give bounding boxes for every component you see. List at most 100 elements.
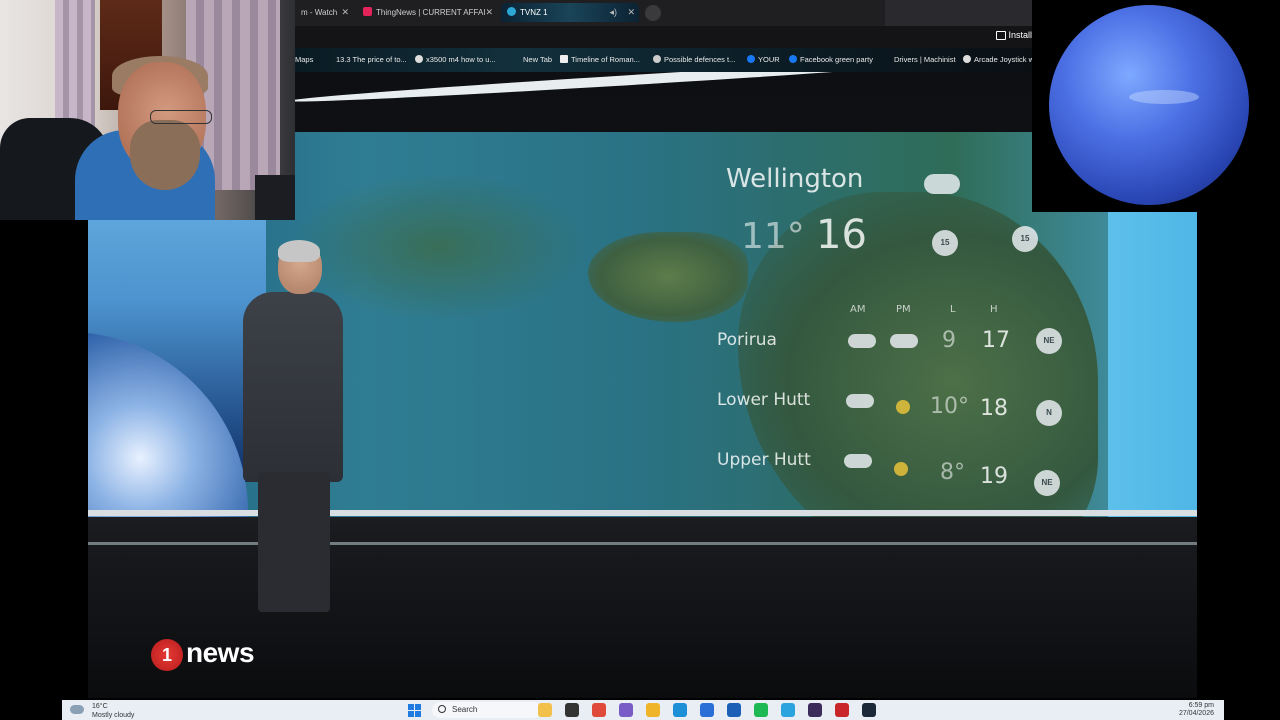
calendar-icon[interactable]	[727, 703, 741, 717]
mute-icon[interactable]: ◂)	[609, 3, 617, 22]
planet-overlay	[1032, 0, 1280, 212]
streamer-beard	[130, 120, 200, 190]
bookmark-icon	[963, 55, 971, 63]
storm-band	[1129, 90, 1199, 104]
bookmark-label: x3500 m4 how to u...	[426, 55, 496, 64]
forecast-row-name: Upper Hutt	[717, 450, 811, 470]
webcam-overlay	[0, 0, 295, 220]
bookmark-item[interactable]: YOUR	[747, 55, 780, 64]
chrome-icon[interactable]	[592, 703, 606, 717]
system-clock[interactable]: 6:59 pm 27/04/2026	[1179, 702, 1214, 718]
windows-start-icon[interactable]	[408, 704, 421, 717]
wind-badge: N	[1036, 400, 1062, 426]
search-label: Search	[452, 705, 478, 714]
bookmark-label: Arcade Joystick w	[974, 55, 1035, 64]
forecast-row-name: Lower Hutt	[717, 390, 811, 410]
taskbar: 16°C Mostly cloudy Search 6:59 pm 27/04/…	[62, 700, 1224, 720]
bookmark-item[interactable]: Maps	[295, 55, 313, 64]
address-bar-row: Install	[295, 26, 1032, 48]
cloud-icon	[890, 334, 918, 348]
cloud-icon	[846, 394, 874, 408]
tab-label: TVNZ 1	[520, 8, 548, 17]
cloud-icon	[848, 334, 876, 348]
wind-badge: 15	[932, 230, 958, 256]
winamp-icon[interactable]	[835, 703, 849, 717]
bookmark-item[interactable]: x3500 m4 how to u...	[415, 55, 496, 64]
glasses	[150, 110, 212, 124]
mail-icon[interactable]	[700, 703, 714, 717]
bookmarks-bar: Maps 13.3 The price of to... x3500 m4 ho…	[295, 48, 1034, 72]
close-icon[interactable]: ✕	[485, 3, 493, 22]
steam-icon[interactable]	[862, 703, 876, 717]
wind-badge: 15	[1012, 226, 1038, 252]
cloud-icon	[924, 174, 960, 194]
wind-badge: NE	[1034, 470, 1060, 496]
close-icon[interactable]: ✕	[627, 3, 635, 22]
cloud-icon	[70, 705, 84, 714]
install-button[interactable]: Install	[996, 30, 1032, 40]
tab-label: m - Watch	[301, 8, 338, 17]
bookmark-item[interactable]: Drivers | Machinist	[894, 55, 956, 64]
bookmark-label: YOUR	[758, 55, 780, 64]
forecast-row-min: 10°	[930, 394, 969, 419]
edge-icon[interactable]	[673, 703, 687, 717]
bookmark-item[interactable]: 13.3 The price of to...	[336, 55, 407, 64]
browser-tab[interactable]: ThingNews | CURRENT AFFAI ✕	[357, 3, 497, 22]
telegram-icon[interactable]	[781, 703, 795, 717]
forecast-row-name: Porirua	[717, 330, 777, 350]
bookmark-item[interactable]: Arcade Joystick w	[963, 55, 1034, 64]
presenter	[243, 292, 343, 482]
clock-time: 6:59 pm	[1188, 702, 1214, 709]
close-icon[interactable]: ✕	[341, 3, 349, 22]
bookmark-item[interactable]: Possible defences t...	[653, 55, 735, 64]
presenter-hair	[278, 240, 320, 262]
logo-word: news	[186, 637, 255, 668]
obs-icon[interactable]	[808, 703, 822, 717]
studio-light-rail	[88, 510, 1197, 516]
presenter-legs	[258, 472, 330, 612]
tab-label: ThingNews | CURRENT AFFAI	[376, 8, 486, 17]
weather-condition: Mostly cloudy	[92, 712, 135, 719]
tvnz-icon	[507, 7, 516, 16]
desktop: Wellington 11° 16 15 15 AM PM L H Poriru…	[0, 0, 1280, 720]
studio-light-rail	[288, 72, 1008, 106]
search-icon	[438, 705, 446, 713]
forecast-row-min: 9	[942, 328, 956, 353]
bookmark-icon	[653, 55, 661, 63]
logo-number: 1	[151, 639, 183, 671]
bookmark-item[interactable]: Timeline of Roman...	[560, 55, 640, 64]
column-high: H	[990, 304, 998, 315]
browser-tab[interactable]: m - Watch ✕	[295, 3, 353, 22]
forecast-row-max: 18	[980, 396, 1008, 421]
wikipedia-icon	[560, 55, 568, 63]
spotify-icon[interactable]	[754, 703, 768, 717]
bookmark-label: Timeline of Roman...	[571, 55, 640, 64]
new-tab-button[interactable]	[645, 5, 661, 21]
column-pm: PM	[896, 304, 911, 315]
cloud-icon	[844, 454, 872, 468]
keyboard	[255, 175, 295, 220]
file-explorer-icon[interactable]	[538, 703, 552, 717]
weather-temp: 16°C	[92, 703, 108, 710]
bookmark-label: Facebook green party	[800, 55, 873, 64]
terminal-icon[interactable]	[565, 703, 579, 717]
bookmark-label: Possible defences t...	[664, 55, 736, 64]
forecast-city: Wellington	[726, 164, 864, 194]
forecast-min-temp: 11°	[741, 216, 805, 257]
facebook-icon	[747, 55, 755, 63]
sun-icon	[894, 462, 908, 476]
youtube-icon	[363, 7, 372, 16]
tabbar-empty-area	[885, 0, 1032, 26]
column-am: AM	[850, 304, 866, 315]
store-icon[interactable]	[619, 703, 633, 717]
taskbar-search[interactable]: Search	[432, 702, 542, 718]
clock-date: 27/04/2026	[1178, 710, 1214, 717]
browser-tab-bar: m - Watch ✕ ThingNews | CURRENT AFFAI ✕ …	[295, 0, 1032, 26]
forecast-max-temp: 16	[816, 212, 867, 258]
folder-icon[interactable]	[646, 703, 660, 717]
bookmark-item[interactable]: Facebook green party	[789, 55, 873, 64]
wind-badge: NE	[1036, 328, 1062, 354]
browser-tab-active[interactable]: TVNZ 1 ◂) ✕	[501, 3, 639, 22]
bookmark-item[interactable]: New Tab	[523, 55, 552, 64]
forecast-row-min: 8°	[940, 460, 965, 485]
